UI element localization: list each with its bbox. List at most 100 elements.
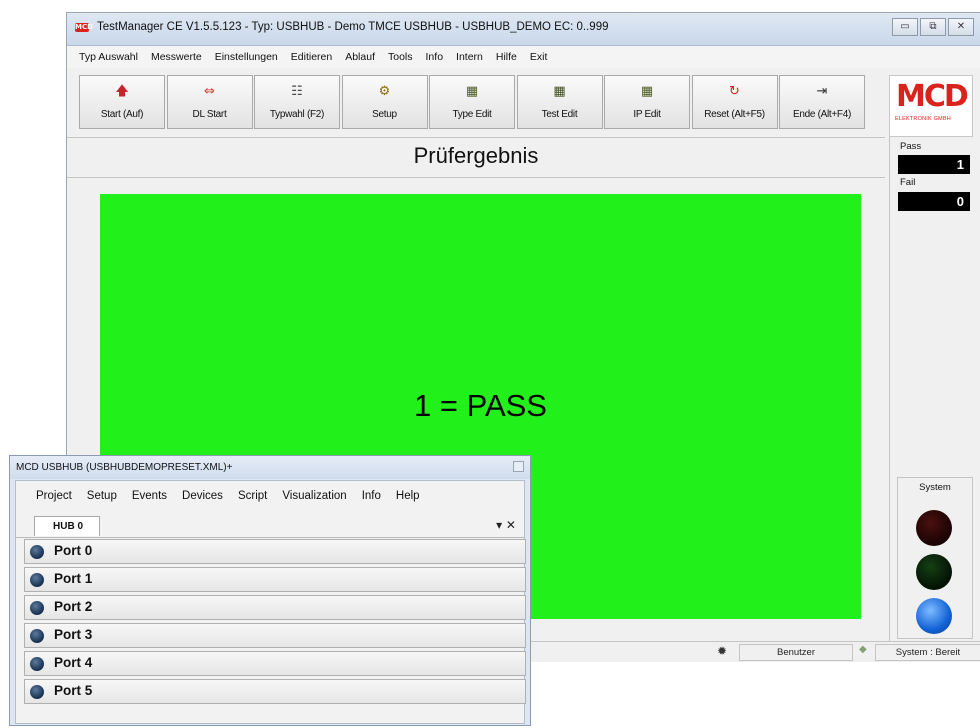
port-row[interactable]: Port 5 xyxy=(24,679,526,704)
menu-setup[interactable]: Setup xyxy=(87,490,117,502)
port-label: Port 1 xyxy=(54,571,93,586)
setup-icon: ⚙ xyxy=(378,84,391,99)
dl-start-button[interactable]: ⇔ DL Start xyxy=(166,75,253,129)
port-row[interactable]: Port 0 xyxy=(24,539,526,564)
test-edit-button-label: Test Edit xyxy=(541,109,578,120)
menu-hilfe[interactable]: Hilfe xyxy=(496,51,517,63)
setup-button-label: Setup xyxy=(372,109,397,120)
result-title: Prüfergebnis xyxy=(413,143,539,168)
test-edit-button[interactable]: ▦ Test Edit xyxy=(516,75,603,129)
divider xyxy=(67,137,885,138)
system-panel: System xyxy=(897,477,973,639)
port-status-icon xyxy=(30,545,44,559)
port-status-icon xyxy=(30,573,44,587)
usbhub-close-button[interactable] xyxy=(513,461,524,472)
menu-intern[interactable]: Intern xyxy=(456,51,483,63)
status-diamond-icon: ◆ xyxy=(859,644,867,655)
reset-button-label: Reset (Alt+F5) xyxy=(704,109,765,120)
reset-icon: ↻ xyxy=(729,84,740,99)
menu-help[interactable]: Help xyxy=(396,490,420,502)
menu-events[interactable]: Events xyxy=(132,490,167,502)
exit-button[interactable]: ⇥ Ende (Alt+F4) xyxy=(779,75,865,129)
green-led-icon xyxy=(916,554,952,590)
port-row[interactable]: Port 1 xyxy=(24,567,526,592)
gear-icon: ✹ xyxy=(717,644,728,658)
typwahl-button-label: Typwahl (F2) xyxy=(269,109,325,120)
port-row[interactable]: Port 3 xyxy=(24,623,526,648)
app-logo-icon: MCD xyxy=(75,23,93,32)
window-title: TestManager CE V1.5.5.123 - Typ: USBHUB … xyxy=(97,21,609,33)
menu-exit[interactable]: Exit xyxy=(530,51,548,63)
blue-led-icon xyxy=(916,598,952,634)
type-edit-button[interactable]: ▦ Type Edit xyxy=(429,75,515,129)
setup-button[interactable]: ⚙ Setup xyxy=(341,75,428,129)
port-label: Port 4 xyxy=(54,655,93,670)
toolbar: 🡅 Start (Auf) ⇔ DL Start ☷ Typwahl (F2) … xyxy=(79,75,879,129)
menu-project[interactable]: Project xyxy=(36,490,72,502)
company-logo: MCD ELEKTRONIK GMBH xyxy=(889,75,973,137)
status-system: System : Bereit xyxy=(875,644,980,661)
list-tree-icon: ☷ xyxy=(291,84,303,99)
menu-messwerte[interactable]: Messwerte xyxy=(151,51,202,63)
start-button-label: Start (Auf) xyxy=(100,109,144,120)
port-label: Port 3 xyxy=(54,627,93,642)
test-edit-icon: ▦ xyxy=(553,84,566,99)
usbhub-window: MCD USBHUB (USBHUBDEMOPRESET.XML)+ Proje… xyxy=(9,455,531,726)
close-button[interactable]: ✕ xyxy=(948,18,974,36)
red-led-icon xyxy=(916,510,952,546)
menu-bar: Typ Auswahl Messwerte Einstellungen Edit… xyxy=(67,46,980,68)
result-text: 1 = PASS xyxy=(414,388,547,423)
type-edit-button-label: Type Edit xyxy=(452,109,492,120)
menu-ablauf[interactable]: Ablauf xyxy=(345,51,375,63)
port-row[interactable]: Port 2 xyxy=(24,595,526,620)
menu-typ-auswahl[interactable]: Typ Auswahl xyxy=(79,51,138,63)
reset-button[interactable]: ↻ Reset (Alt+F5) xyxy=(691,75,778,129)
port-status-icon xyxy=(30,657,44,671)
start-button[interactable]: 🡅 Start (Auf) xyxy=(79,75,165,129)
usbhub-tab-row: HUB 0 ▾ ✕ xyxy=(16,513,524,538)
minimize-button[interactable]: ▭ xyxy=(892,18,918,36)
maximize-button[interactable]: ⧉ xyxy=(920,18,946,36)
system-label: System xyxy=(919,482,951,493)
usbhub-menu-bar: Project Setup Events Devices Script Visu… xyxy=(16,481,524,511)
menu-editieren[interactable]: Editieren xyxy=(291,51,332,63)
title-bar[interactable]: MCD TestManager CE V1.5.5.123 - Typ: USB… xyxy=(67,13,980,46)
menu-visualization[interactable]: Visualization xyxy=(282,490,346,502)
usbhub-content: Project Setup Events Devices Script Visu… xyxy=(15,480,526,724)
exit-button-label: Ende (Alt+F4) xyxy=(792,109,852,120)
menu-script[interactable]: Script xyxy=(238,490,267,502)
logo-subtext: ELEKTRONIK GMBH xyxy=(895,116,951,122)
port-status-icon xyxy=(30,601,44,615)
port-label: Port 5 xyxy=(54,683,93,698)
pass-label: Pass xyxy=(900,141,922,152)
typwahl-button[interactable]: ☷ Typwahl (F2) xyxy=(254,75,340,129)
status-user: Benutzer xyxy=(739,644,853,661)
tab-hub-0[interactable]: HUB 0 xyxy=(34,516,100,536)
fail-counter: 0 xyxy=(898,192,970,211)
menu-tools[interactable]: Tools xyxy=(388,51,413,63)
menu-info[interactable]: Info xyxy=(426,51,444,63)
port-label: Port 0 xyxy=(54,543,93,558)
dl-start-button-label: DL Start xyxy=(192,109,227,120)
port-status-icon xyxy=(30,685,44,699)
exit-icon: ⇥ xyxy=(816,84,828,99)
menu-info[interactable]: Info xyxy=(362,490,381,502)
dl-start-icon: ⇔ xyxy=(204,84,215,99)
ip-edit-button-label: IP Edit xyxy=(633,109,661,120)
usbhub-title-bar[interactable]: MCD USBHUB (USBHUBDEMOPRESET.XML)+ xyxy=(10,456,530,479)
tab-controls[interactable]: ▾ ✕ xyxy=(496,518,516,532)
usbhub-title: MCD USBHUB (USBHUBDEMOPRESET.XML)+ xyxy=(16,462,233,473)
divider xyxy=(67,177,885,178)
menu-einstellungen[interactable]: Einstellungen xyxy=(215,51,278,63)
up-arrow-icon: 🡅 xyxy=(115,84,129,99)
ip-edit-button[interactable]: ▦ IP Edit xyxy=(604,75,690,129)
fail-label: Fail xyxy=(900,177,916,188)
type-edit-icon: ▦ xyxy=(465,84,479,99)
port-status-icon xyxy=(30,629,44,643)
port-row[interactable]: Port 4 xyxy=(24,651,526,676)
ip-edit-icon: ▦ xyxy=(640,84,654,99)
port-label: Port 2 xyxy=(54,599,93,614)
logo-text: MCD xyxy=(896,79,969,114)
pass-counter: 1 xyxy=(898,155,970,174)
menu-devices[interactable]: Devices xyxy=(182,490,223,502)
